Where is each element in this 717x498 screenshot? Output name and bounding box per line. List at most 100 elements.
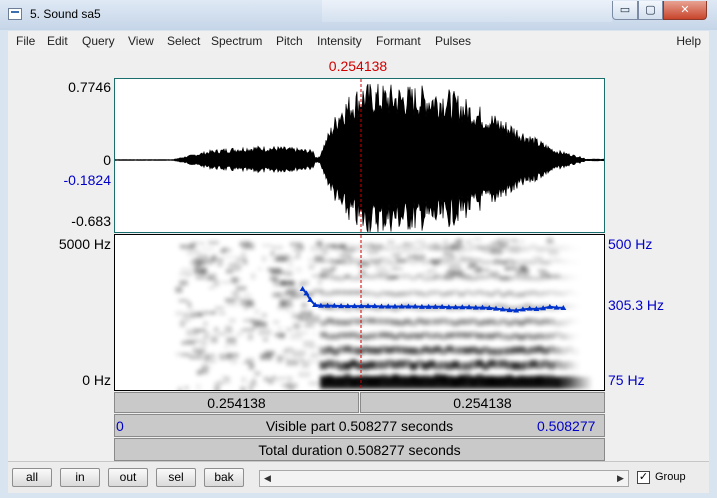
zoom-all-button[interactable]: all: [12, 468, 52, 487]
spectrogram-blob: [518, 264, 527, 271]
spectrogram-blob: [277, 377, 287, 380]
spectrogram-blob: [370, 258, 380, 265]
spectrogram-blob: [431, 258, 442, 263]
spectrogram-blob: [196, 383, 201, 390]
spectrogram-blob: [494, 332, 501, 339]
spectrogram-panel[interactable]: [114, 234, 605, 391]
spectrogram-blob: [243, 306, 248, 310]
spectrogram-blob: [332, 275, 339, 281]
waveform-panel[interactable]: [114, 78, 605, 233]
spectrogram-blob: [396, 251, 409, 255]
visible-part-bar[interactable]: Visible part 0.508277 seconds: [114, 414, 605, 437]
spectrogram-blob: [236, 332, 243, 337]
menu-pitch[interactable]: Pitch: [276, 34, 303, 48]
menu-pulses[interactable]: Pulses: [435, 34, 471, 48]
spectrogram-blob: [413, 254, 426, 260]
spectrogram-blob: [499, 275, 510, 281]
spectrogram-blob: [332, 360, 339, 369]
spectrogram-blob: [368, 317, 375, 324]
scroll-left-icon[interactable]: ◀: [260, 471, 275, 486]
visible-start-label: 0: [116, 418, 124, 434]
spectrogram-blob: [548, 318, 555, 325]
spectrogram-blob: [386, 346, 393, 354]
spectrogram-blob: [404, 359, 411, 368]
zoom-sel-button[interactable]: sel: [156, 468, 196, 487]
spectrogram-blob: [273, 320, 280, 324]
spectrogram-blob: [200, 368, 209, 375]
menu-formant[interactable]: Formant: [376, 34, 421, 48]
spectrogram-blob: [187, 248, 200, 256]
spectrogram-blob: [482, 362, 489, 371]
spectrogram-blob: [404, 318, 411, 325]
spectrogram-blob: [452, 360, 459, 369]
spectrogram-blob: [585, 377, 591, 389]
spectrogram-blob: [398, 332, 405, 339]
spectrogram-blob: [285, 310, 296, 313]
menu-spectrum[interactable]: Spectrum: [211, 34, 262, 48]
total-duration-bar[interactable]: Total duration 0.508277 seconds: [114, 438, 605, 461]
spectrogram-blob: [299, 318, 309, 322]
spectrogram-blob: [422, 346, 429, 354]
scroll-right-icon[interactable]: ▶: [613, 471, 628, 486]
spectrogram-blob: [377, 270, 391, 275]
horizontal-scrollbar[interactable]: ◀ ▶: [259, 470, 629, 487]
spectrogram-blob: [234, 297, 241, 300]
spectrogram-blob: [488, 291, 495, 297]
spectrogram-blob: [356, 275, 363, 281]
spectrogram-blob: [210, 359, 216, 363]
spectrogram-blob: [470, 291, 477, 297]
spectrogram-blob: [214, 306, 225, 310]
pitch-top-label: 500 Hz: [608, 236, 653, 252]
menu-file[interactable]: File: [16, 34, 35, 48]
menu-select[interactable]: Select: [167, 34, 200, 48]
minimize-button[interactable]: ▭: [612, 1, 638, 20]
spectrogram-blob: [476, 359, 483, 368]
spectrogram-blob: [336, 260, 346, 264]
spectrogram-blob: [422, 319, 429, 326]
spectrogram-blob: [560, 245, 567, 252]
spectrogram-blob: [291, 313, 302, 319]
close-button[interactable]: ✕: [663, 1, 707, 20]
spectrogram-blob: [452, 320, 459, 327]
spectrogram-blob: [446, 290, 453, 296]
spectrogram-blob: [380, 361, 387, 370]
menu-edit[interactable]: Edit: [47, 34, 68, 48]
menu-help[interactable]: Help: [676, 34, 701, 48]
zoom-out-button[interactable]: out: [108, 468, 148, 487]
menu-view[interactable]: View: [128, 34, 154, 48]
spectrogram-blob: [243, 294, 252, 297]
zoom-back-button[interactable]: bak: [204, 468, 244, 487]
spectrogram-blob: [320, 258, 327, 264]
spectrogram-top-freq-label: 5000 Hz: [58, 236, 111, 252]
spectrogram-blob: [300, 310, 313, 316]
spectrogram-blob: [201, 366, 213, 369]
spectrogram-blob: [202, 321, 208, 327]
spectrogram-blob: [350, 318, 357, 325]
menu-intensity[interactable]: Intensity: [317, 34, 362, 48]
spectrogram-blob: [398, 291, 405, 297]
spectrogram-blob: [286, 327, 292, 332]
spectrogram-blob: [510, 249, 520, 254]
spectrogram-blob: [338, 289, 345, 295]
spectrogram-blob: [392, 360, 399, 369]
group-checkbox[interactable]: ✓: [637, 471, 650, 484]
spectrogram-blob: [386, 332, 393, 339]
spectrogram-blob: [332, 319, 339, 326]
spectrogram-blob: [554, 331, 561, 338]
spectrogram-blob: [331, 265, 337, 271]
zoom-in-button[interactable]: in: [60, 468, 100, 487]
spectrogram-blob: [350, 275, 357, 281]
spectrogram-blob: [218, 312, 226, 315]
spectrogram-blob: [429, 242, 438, 247]
time-bar-right[interactable]: 0.254138: [360, 392, 605, 413]
spectrogram-blob: [548, 345, 555, 353]
spectrogram-blob: [357, 261, 370, 268]
maximize-button[interactable]: ▢: [638, 1, 663, 20]
menu-query[interactable]: Query: [82, 34, 115, 48]
time-bar-left[interactable]: 0.254138: [114, 392, 359, 413]
spectrogram-blob: [310, 352, 319, 358]
spectrogram-blob: [177, 387, 183, 390]
spectrogram-blob: [566, 333, 573, 340]
spectrogram-blob: [392, 292, 399, 298]
spectrogram-blob: [470, 276, 477, 282]
